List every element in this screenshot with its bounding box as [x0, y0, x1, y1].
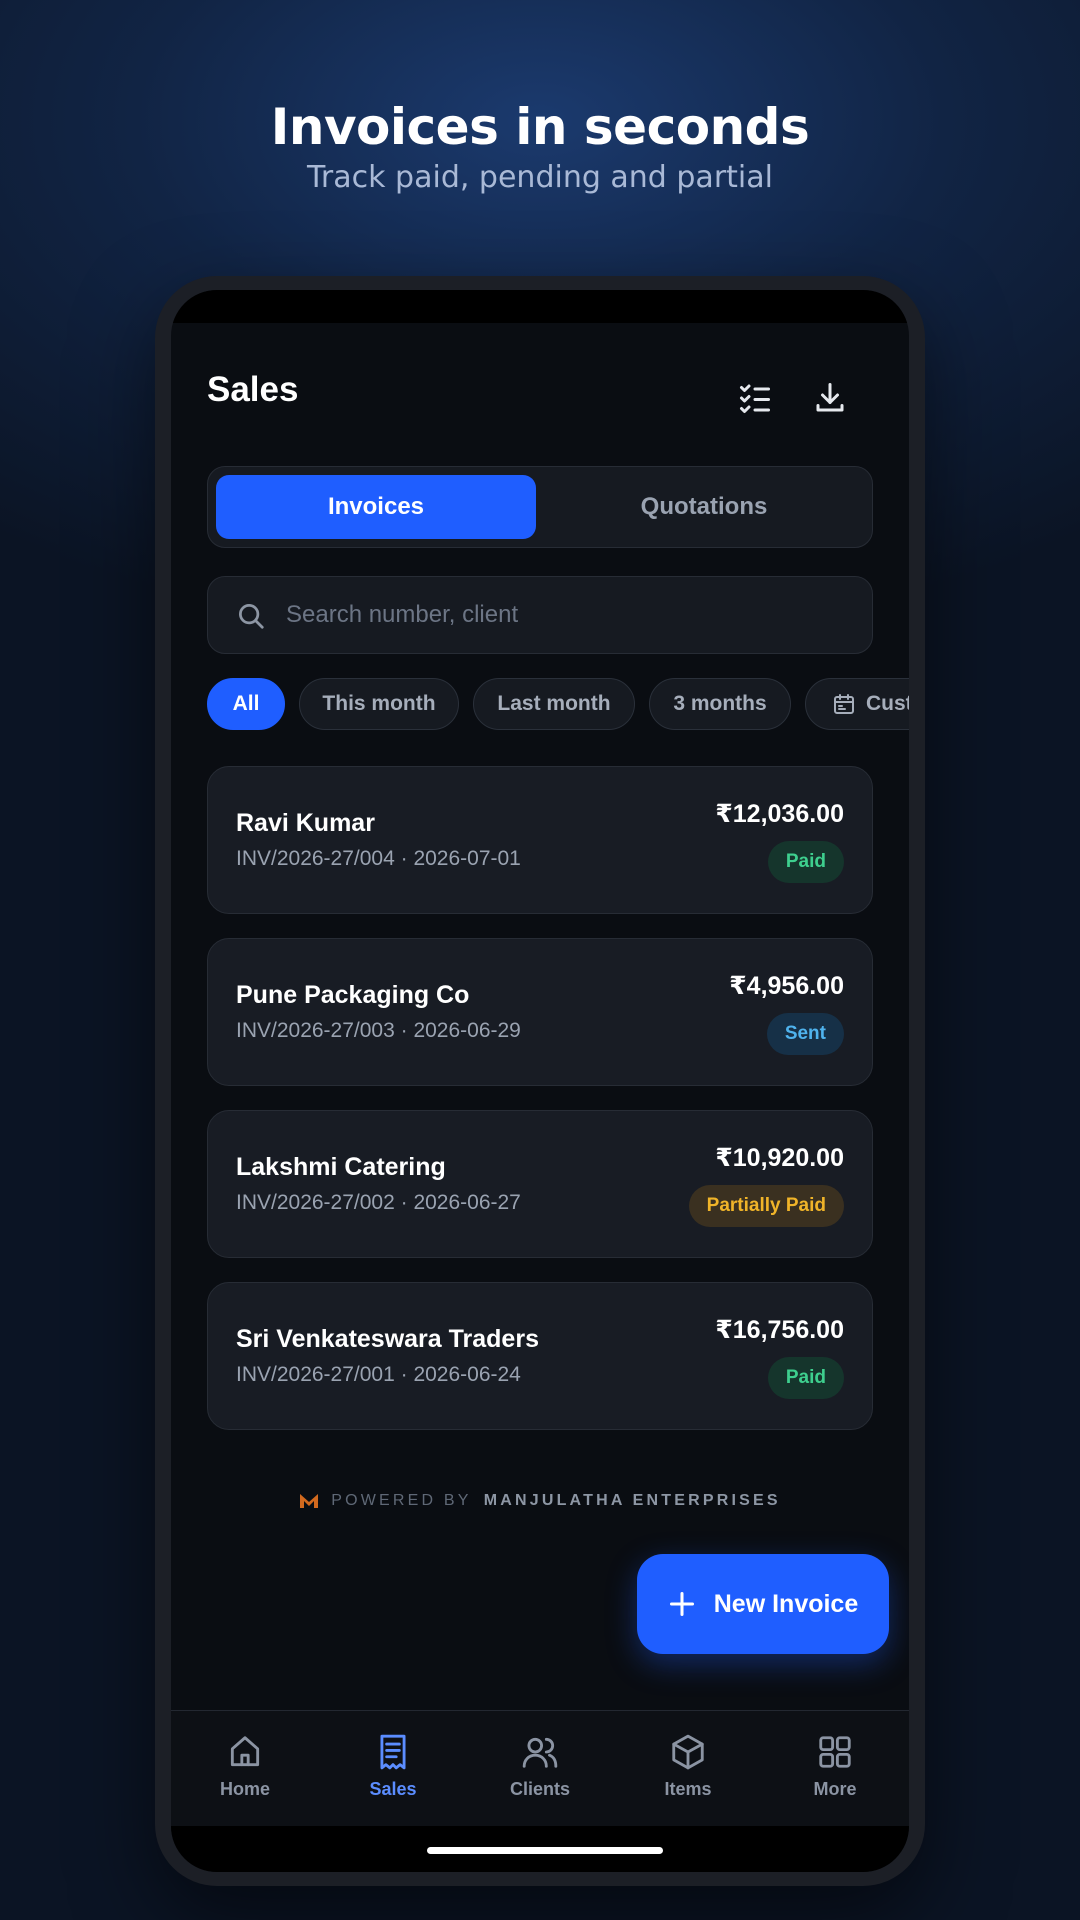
promo-headline: Invoices in seconds: [270, 98, 810, 156]
nav-item-sales[interactable]: Sales: [333, 1733, 453, 1800]
phone-frame: Sales Invoices Quotations All This month: [155, 276, 925, 1886]
box-icon: [672, 1734, 704, 1770]
invoice-card[interactable]: Pune Packaging Co INV/2026-27/003 · 2026…: [207, 938, 873, 1086]
nav-label: Items: [664, 1779, 712, 1799]
receipt-icon: [380, 1734, 406, 1770]
plus-icon: [669, 1591, 694, 1617]
powered-by-prefix: POWERED BY: [331, 1492, 472, 1509]
filter-chip-all[interactable]: All: [207, 678, 285, 730]
calendar-icon: [834, 694, 854, 714]
download-button[interactable]: [802, 370, 858, 426]
nav-item-home[interactable]: Home: [185, 1733, 305, 1800]
invoice-meta: INV/2026-27/001 · 2026-06-24: [236, 1363, 521, 1386]
nav-item-clients[interactable]: Clients: [480, 1733, 600, 1800]
tab-invoices[interactable]: Invoices: [216, 475, 536, 539]
users-icon: [522, 1737, 558, 1768]
invoice-meta: INV/2026-27/003 · 2026-06-29: [236, 1019, 521, 1042]
home-icon: [230, 1736, 260, 1767]
powered-by: POWERED BY MANJULATHA ENTERPRISES: [171, 1492, 909, 1510]
status-badge: Sent: [766, 1013, 844, 1055]
invoice-amount: ₹4,956.00: [729, 972, 844, 1000]
brand-logo-icon: [300, 1494, 319, 1508]
segmented-tabs: Invoices Quotations: [207, 466, 873, 548]
tab-quotations[interactable]: Quotations: [544, 475, 864, 539]
checklist-icon: [740, 384, 770, 413]
invoice-meta: INV/2026-27/002 · 2026-06-27: [236, 1191, 521, 1214]
invoice-client: Lakshmi Catering: [236, 1153, 446, 1181]
nav-label: Home: [219, 1779, 270, 1799]
invoice-card[interactable]: Lakshmi Catering INV/2026-27/002 · 2026-…: [207, 1110, 873, 1258]
new-invoice-button[interactable]: New Invoice: [637, 1554, 889, 1654]
filter-chip-custom[interactable]: Custom: [805, 678, 909, 730]
invoice-client: Sri Venkateswara Traders: [236, 1325, 539, 1353]
invoice-card[interactable]: Ravi Kumar INV/2026-27/004 · 2026-07-01 …: [207, 766, 873, 914]
search-box: [207, 576, 873, 654]
bottom-navigation: Home Sales Clients Items More: [171, 1710, 909, 1826]
app-screen: Sales Invoices Quotations All This month: [171, 290, 909, 1872]
invoice-card[interactable]: Sri Venkateswara Traders INV/2026-27/001…: [207, 1282, 873, 1430]
powered-by-brand: MANJULATHA ENTERPRISES: [483, 1492, 781, 1509]
checklist-button[interactable]: [727, 370, 783, 426]
nav-item-items[interactable]: Items: [628, 1733, 748, 1800]
filter-chip-last-month[interactable]: Last month: [473, 678, 635, 730]
nav-label: Sales: [369, 1779, 417, 1799]
status-badge: Paid: [767, 1357, 844, 1399]
status-badge: Partially Paid: [688, 1185, 844, 1227]
promo-subheadline: Track paid, pending and partial: [307, 160, 773, 195]
nav-item-more[interactable]: More: [775, 1733, 895, 1800]
grid-icon: [819, 1736, 851, 1768]
search-input[interactable]: [286, 593, 846, 637]
invoice-meta: INV/2026-27/004 · 2026-07-01: [236, 847, 521, 870]
new-invoice-label: New Invoice: [713, 1589, 859, 1618]
home-indicator-area: [171, 1826, 909, 1872]
filter-chip-custom-label: Custom: [866, 692, 909, 715]
download-icon: [816, 383, 844, 412]
invoice-amount: ₹16,756.00: [715, 1316, 844, 1344]
filter-chip-3-months[interactable]: 3 months: [649, 678, 791, 730]
invoice-amount: ₹12,036.00: [715, 800, 844, 828]
status-bar: [171, 290, 909, 323]
invoice-client: Pune Packaging Co: [236, 981, 470, 1009]
invoice-amount: ₹10,920.00: [715, 1144, 844, 1172]
filter-chips: All This month Last month 3 months Custo…: [207, 678, 909, 732]
nav-label: Clients: [509, 1779, 570, 1799]
home-indicator[interactable]: [427, 1847, 663, 1854]
filter-chip-this-month[interactable]: This month: [299, 678, 459, 730]
page-title: Sales: [207, 370, 299, 409]
status-badge: Paid: [767, 841, 844, 883]
invoice-client: Ravi Kumar: [236, 809, 375, 837]
nav-label: More: [813, 1779, 857, 1799]
search-icon: [239, 604, 264, 629]
